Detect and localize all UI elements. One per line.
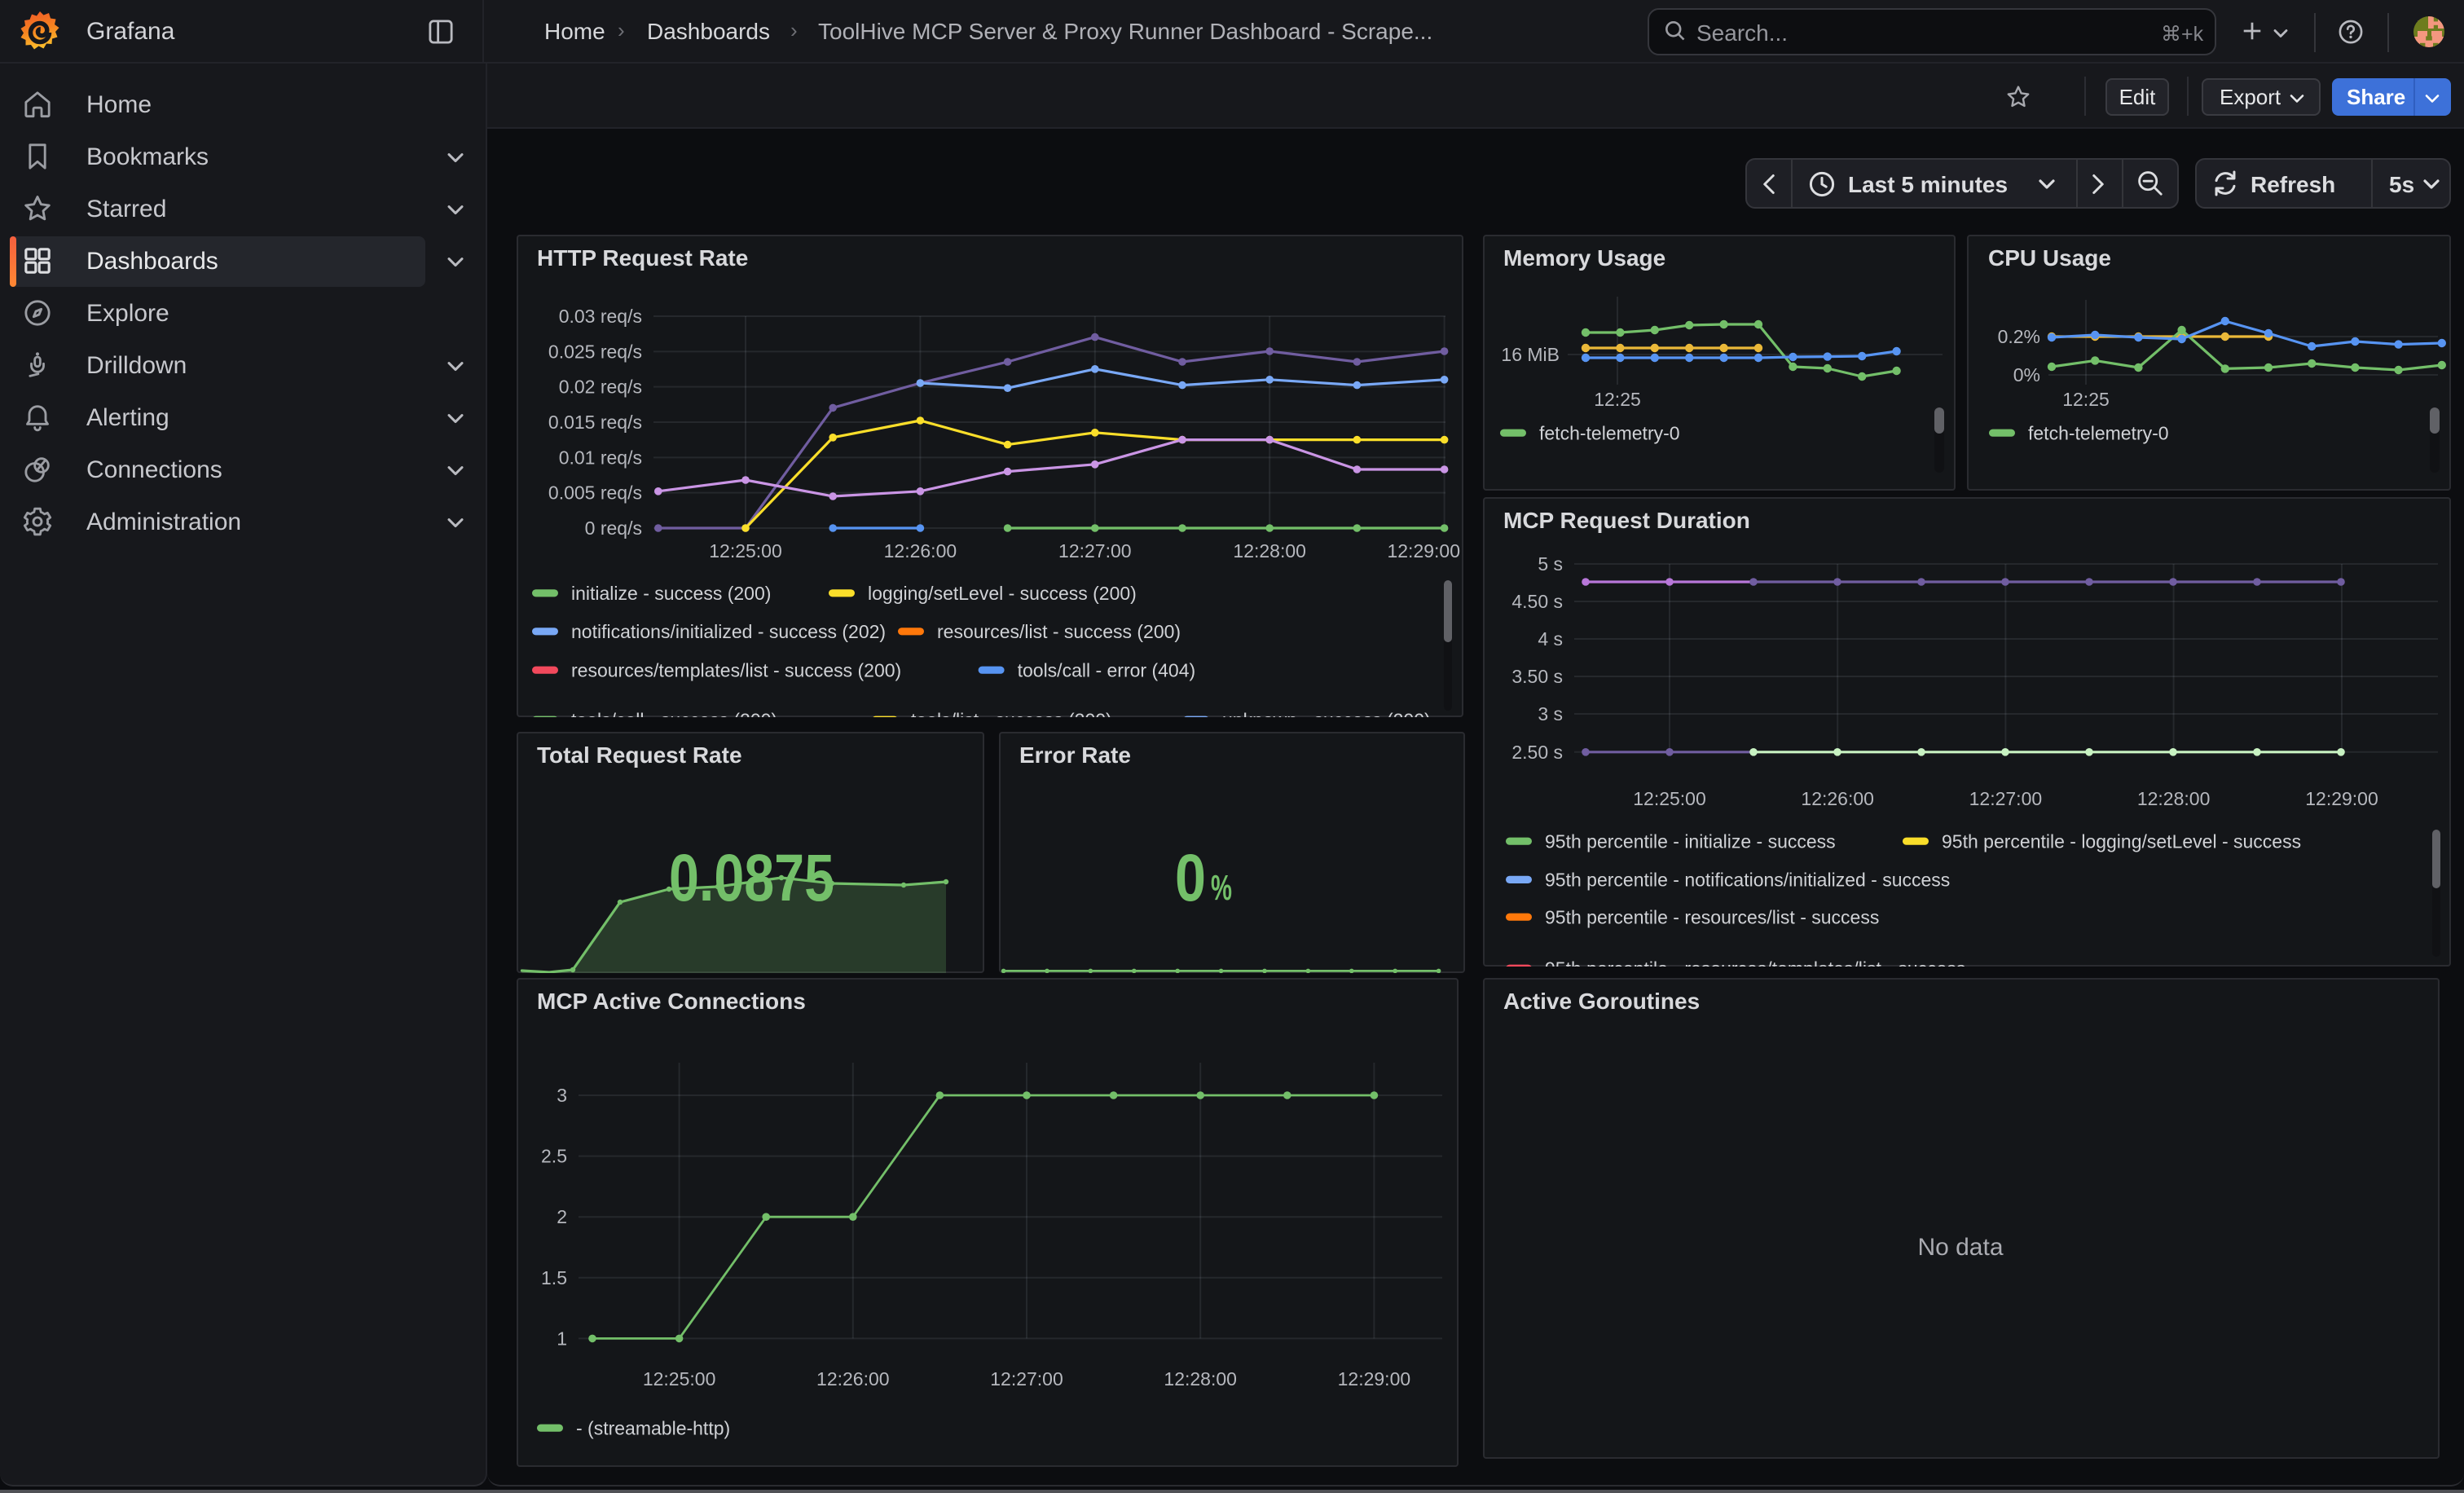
svg-text:4.50 s: 4.50 s [1511, 591, 1562, 612]
svg-text:0: 0 [1174, 841, 1205, 915]
svg-text:unknown - success (200): unknown - success (200) [1221, 708, 1430, 716]
svg-text:12:26:00: 12:26:00 [1800, 788, 1873, 809]
svg-text:- (streamable-http): - (streamable-http) [575, 1417, 729, 1438]
svg-text:12:25: 12:25 [2062, 388, 2110, 409]
svg-text:initialize - success (200): initialize - success (200) [570, 582, 770, 603]
svg-text:3: 3 [556, 1085, 566, 1106]
svg-text:0.2%: 0.2% [1998, 325, 2040, 346]
svg-text:0.03 req/s: 0.03 req/s [558, 305, 641, 326]
svg-text:notifications/initialized - su: notifications/initialized - success (202… [570, 620, 885, 641]
svg-text:16 MiB: 16 MiB [1500, 343, 1559, 364]
svg-text:12:25:00: 12:25:00 [1632, 788, 1705, 809]
svg-text:12:28:00: 12:28:00 [1163, 1368, 1236, 1390]
svg-text:0%: 0% [2013, 363, 2040, 385]
svg-text:95th percentile - resources/li: 95th percentile - resources/list - succe… [1544, 906, 1878, 927]
svg-text:fetch-telemetry-0: fetch-telemetry-0 [1538, 421, 1679, 443]
svg-text:0.025 req/s: 0.025 req/s [548, 340, 641, 361]
svg-text:12:26:00: 12:26:00 [883, 540, 957, 561]
svg-text:resources/list - success (200): resources/list - success (200) [936, 620, 1180, 641]
svg-text:3 s: 3 s [1537, 703, 1562, 724]
svg-text:12:26:00: 12:26:00 [816, 1368, 889, 1390]
svg-text:2: 2 [556, 1206, 566, 1227]
svg-text:3.50 s: 3.50 s [1511, 666, 1562, 687]
svg-text:12:29:00: 12:29:00 [1337, 1368, 1410, 1390]
svg-text:1: 1 [556, 1328, 566, 1349]
svg-text:12:28:00: 12:28:00 [2136, 788, 2210, 809]
svg-text:95th percentile - logging/setL: 95th percentile - logging/setLevel - suc… [1941, 830, 2300, 852]
svg-text:0.005 req/s: 0.005 req/s [548, 482, 641, 503]
svg-text:12:25: 12:25 [1593, 388, 1640, 409]
svg-text:12:28:00: 12:28:00 [1232, 540, 1305, 561]
svg-text:2.50 s: 2.50 s [1511, 742, 1562, 763]
svg-text:12:25:00: 12:25:00 [642, 1368, 715, 1390]
svg-text:resources/templates/list - suc: resources/templates/list - success (200) [570, 658, 900, 680]
svg-text:tools/call - error (404): tools/call - error (404) [1017, 658, 1195, 680]
svg-text:1.5: 1.5 [540, 1267, 566, 1288]
svg-text:12:27:00: 12:27:00 [989, 1368, 1063, 1390]
svg-text:95th percentile - notification: 95th percentile - notifications/initiali… [1544, 870, 1949, 891]
svg-text:0.01 req/s: 0.01 req/s [558, 446, 641, 467]
svg-text:logging/setLevel - success (20: logging/setLevel - success (200) [867, 582, 1136, 603]
svg-text:0.015 req/s: 0.015 req/s [548, 411, 641, 432]
svg-text:0.0875: 0.0875 [668, 841, 834, 915]
svg-text:95th percentile - initialize -: 95th percentile - initialize - success [1544, 830, 1835, 852]
svg-text:4 s: 4 s [1537, 628, 1562, 650]
svg-text:tools/list - success (200): tools/list - success (200) [910, 708, 1111, 716]
svg-text:12:27:00: 12:27:00 [1058, 540, 1131, 561]
svg-text:5 s: 5 s [1537, 553, 1562, 575]
svg-text:12:29:00: 12:29:00 [2304, 788, 2378, 809]
svg-text:0.02 req/s: 0.02 req/s [558, 376, 641, 397]
svg-text:12:25:00: 12:25:00 [708, 540, 781, 561]
svg-text:12:27:00: 12:27:00 [1969, 788, 2042, 809]
svg-text:tools/call - success (200): tools/call - success (200) [570, 708, 777, 716]
svg-text:%: % [1210, 868, 1231, 908]
svg-text:95th percentile - resources/te: 95th percentile - resources/templates/li… [1544, 958, 1965, 966]
svg-text:12:29:00: 12:29:00 [1386, 540, 1459, 561]
svg-text:fetch-telemetry-0: fetch-telemetry-0 [2028, 421, 2169, 443]
svg-text:2.5: 2.5 [540, 1146, 566, 1167]
svg-text:0 req/s: 0 req/s [584, 517, 641, 538]
